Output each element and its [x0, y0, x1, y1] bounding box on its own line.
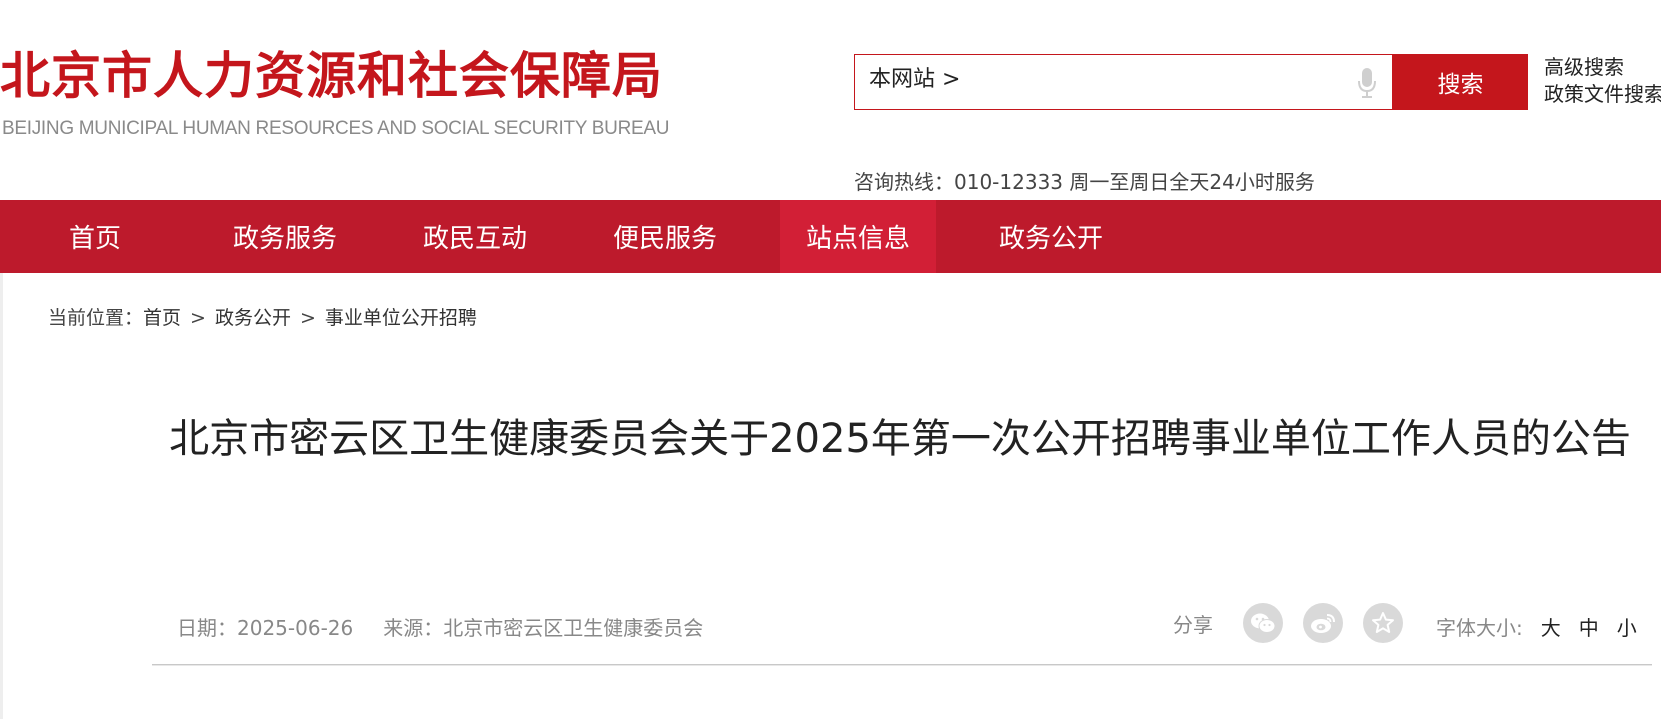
nav-item-site-info[interactable]: 站点信息 [780, 200, 936, 273]
search-input[interactable] [965, 63, 1325, 101]
breadcrumb-prefix: 当前位置： [48, 307, 144, 329]
search-links: 高级搜索 政策文件搜索 [1544, 54, 1661, 108]
font-size-small-button[interactable]: 小 [1617, 616, 1637, 640]
nav-item-interaction[interactable]: 政民互动 [400, 200, 550, 273]
main-nav: 首页 政务服务 政民互动 便民服务 站点信息 政务公开 [0, 200, 1661, 273]
share-label: 分享 [1173, 612, 1213, 637]
search-button[interactable]: 搜索 [1393, 54, 1528, 110]
breadcrumb-home[interactable]: 首页 [143, 307, 181, 329]
site-logo-english: BEIJING MUNICIPAL HUMAN RESOURCES AND SO… [2, 118, 670, 139]
nav-item-government-affairs[interactable]: 政务公开 [976, 200, 1126, 273]
advanced-search-link[interactable]: 高级搜索 [1544, 54, 1661, 81]
breadcrumb-government-affairs[interactable]: 政务公开 [215, 307, 291, 329]
font-size-control: 字体大小: 大中小 [1436, 612, 1637, 641]
search-box: 本网站 > [854, 54, 1393, 110]
page: 北京市人力资源和社会保障局 BEIJING MUNICIPAL HUMAN RE… [0, 0, 1661, 719]
hotline-text: 咨询热线：010-12333 周一至周日全天24小时服务 [854, 170, 1315, 194]
weibo-share-icon[interactable] [1303, 603, 1343, 643]
favorite-star-icon[interactable] [1363, 603, 1403, 643]
breadcrumb-separator: > [190, 307, 206, 329]
article-date: 日期：2025-06-26 [177, 616, 354, 640]
nav-item-home[interactable]: 首页 [20, 200, 170, 273]
font-size-label: 字体大小: [1436, 616, 1523, 640]
font-size-medium-button[interactable]: 中 [1579, 616, 1599, 640]
breadcrumb-recruitment[interactable]: 事业单位公开招聘 [325, 307, 477, 329]
font-size-large-button[interactable]: 大 [1541, 616, 1561, 640]
wechat-share-icon[interactable] [1243, 603, 1283, 643]
policy-search-link[interactable]: 政策文件搜索 [1544, 81, 1661, 108]
breadcrumb: 当前位置：首页 > 政务公开 > 事业单位公开招聘 [48, 303, 477, 330]
article-source: 来源：北京市密云区卫生健康委员会 [383, 616, 704, 640]
nav-item-convenience-services[interactable]: 便民服务 [590, 200, 740, 273]
nav-item-government-services[interactable]: 政务服务 [210, 200, 360, 273]
meta-divider [152, 664, 1652, 666]
search-scope-selector[interactable]: 本网站 > [869, 65, 960, 95]
share-bar: 分享 [1173, 601, 1423, 645]
breadcrumb-separator: > [299, 307, 316, 329]
site-logo-chinese[interactable]: 北京市人力资源和社会保障局 [0, 46, 663, 106]
article-meta: 日期：2025-06-26 来源：北京市密云区卫生健康委员会 [177, 612, 703, 641]
microphone-icon[interactable] [1356, 67, 1378, 99]
left-border [0, 273, 3, 719]
article-title: 北京市密云区卫生健康委员会关于2025年第一次公开招聘事业单位工作人员的公告 [169, 416, 1631, 462]
